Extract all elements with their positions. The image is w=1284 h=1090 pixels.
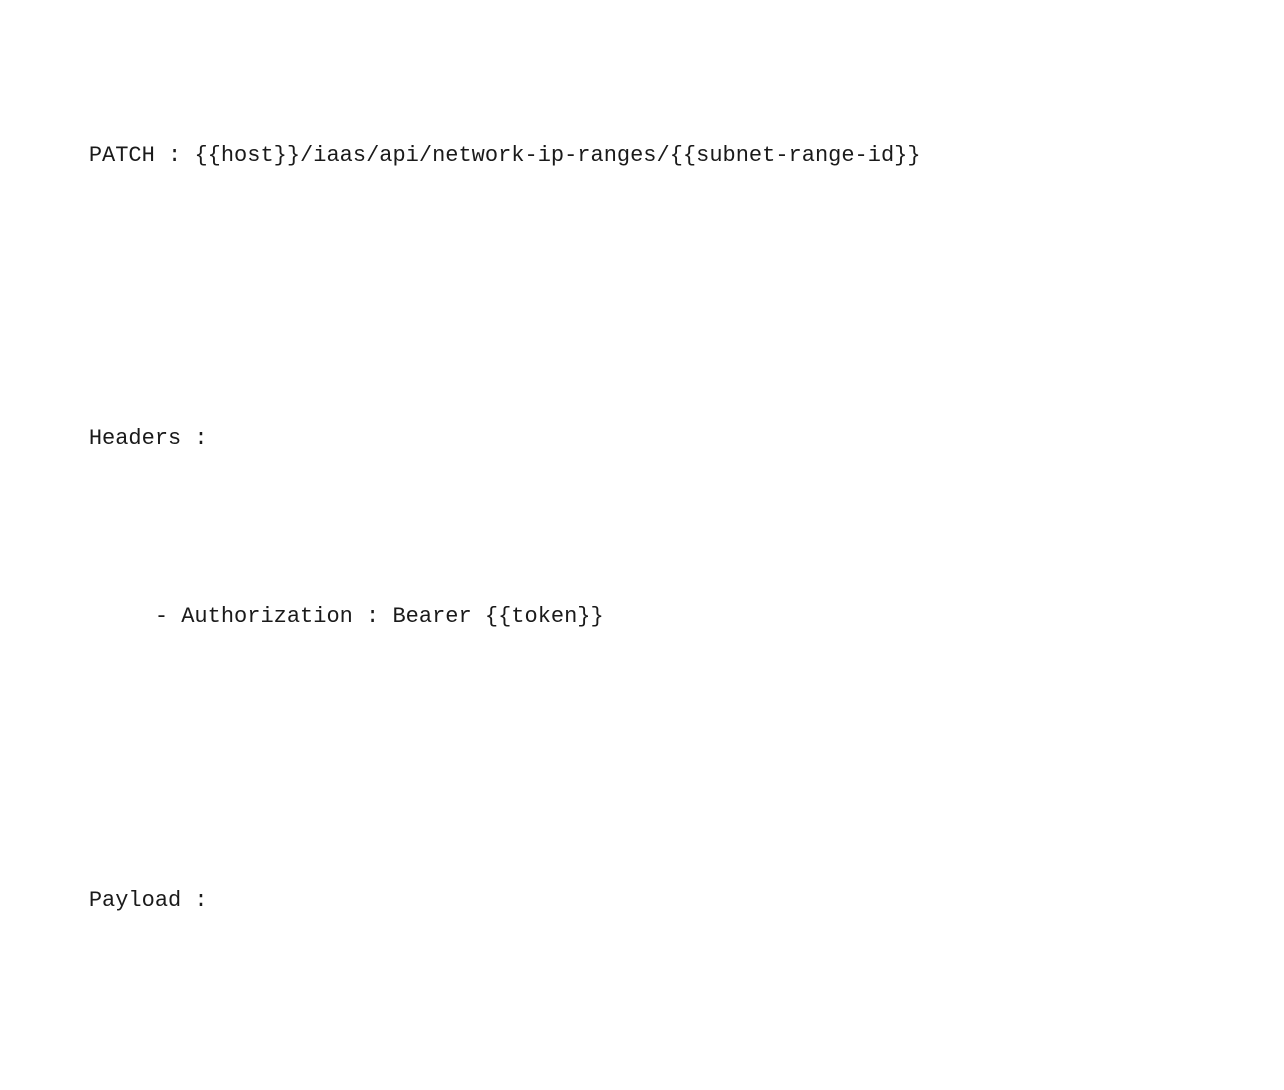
request-line: PATCH : {{host}}/iaas/api/network-ip-ran… [36,102,1248,208]
auth-header-line: - Authorization : Bearer {{token}} [36,564,1248,670]
headers-label: Headers : [36,386,1248,492]
method-label: PATCH : [89,143,195,168]
auth-token: {{token}} [485,604,604,629]
empty-line-1 [36,280,1248,315]
empty-line-3 [36,1025,1248,1060]
code-display: PATCH : {{host}}/iaas/api/network-ip-ran… [0,0,1284,545]
payload-label: Payload : [36,847,1248,953]
empty-line-2 [36,742,1248,777]
url-text: {{host}}/iaas/api/network-ip-ranges/{{su… [194,143,920,168]
auth-prefix: - Authorization : Bearer [89,604,485,629]
